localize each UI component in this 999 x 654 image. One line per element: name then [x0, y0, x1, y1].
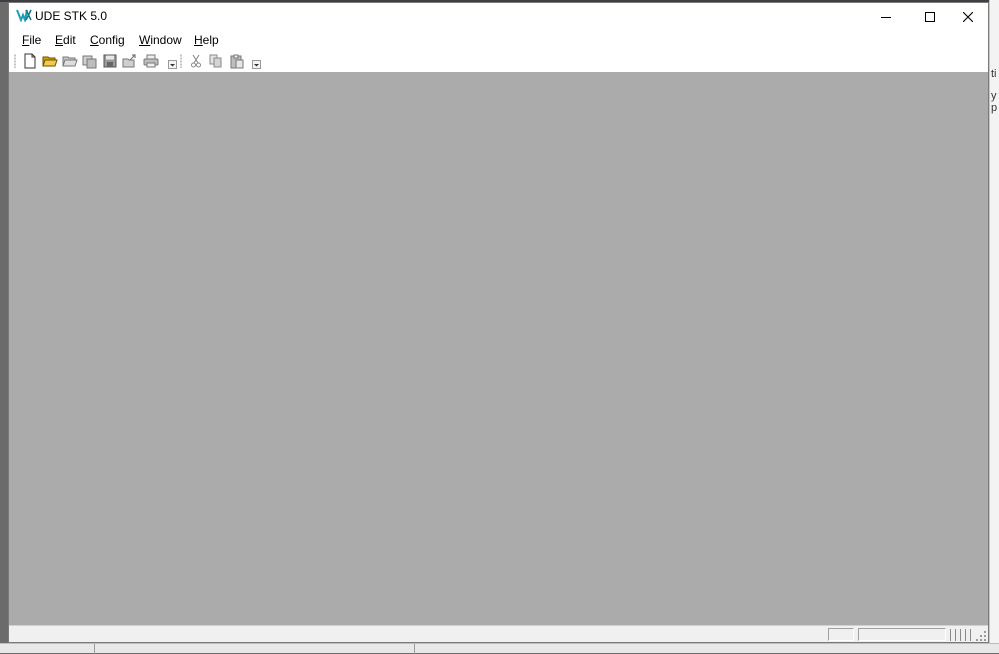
status-pane	[828, 628, 854, 641]
background-text-fragment: p	[991, 102, 998, 114]
open-workspace-button[interactable]	[61, 52, 79, 70]
background-window-bottom	[0, 643, 999, 654]
toolbar-grip[interactable]	[180, 54, 182, 68]
toolbar	[9, 50, 988, 72]
paste-icon	[230, 54, 244, 68]
menu-config[interactable]: Config	[90, 33, 125, 47]
save-workspace-icon	[82, 55, 97, 68]
new-file-button[interactable]	[21, 52, 39, 70]
save-workspace-button[interactable]	[81, 52, 99, 70]
copy-icon	[209, 54, 222, 68]
export-button[interactable]	[121, 52, 139, 70]
new-file-icon	[24, 53, 36, 69]
close-icon	[963, 11, 973, 22]
cut-icon	[191, 54, 201, 68]
background-text-fragment: ti	[991, 68, 997, 80]
menu-edit[interactable]: Edit	[55, 33, 76, 47]
title-bar[interactable]: UDE STK 5.0	[9, 3, 988, 30]
cut-button[interactable]	[187, 52, 205, 70]
copy-button[interactable]	[207, 52, 225, 70]
mdi-workspace[interactable]	[9, 72, 988, 625]
open-file-button[interactable]	[41, 52, 59, 70]
open-folder-icon	[42, 56, 58, 67]
status-indicator-bars	[950, 629, 971, 641]
toolbar-overflow-dropdown[interactable]	[168, 60, 177, 69]
toolbar-overflow-dropdown[interactable]	[252, 60, 261, 69]
save-icon	[103, 54, 117, 68]
close-button[interactable]	[946, 3, 990, 30]
window-title: UDE STK 5.0	[35, 9, 108, 23]
resize-grip-icon[interactable]	[975, 630, 986, 641]
save-button[interactable]	[101, 52, 119, 70]
open-workspace-icon	[62, 56, 78, 67]
paste-button[interactable]	[228, 52, 246, 70]
minimize-icon	[881, 16, 891, 18]
toolbar-grip[interactable]	[14, 54, 16, 68]
status-bar	[9, 625, 988, 642]
print-button[interactable]	[142, 52, 160, 70]
status-pane	[858, 628, 946, 641]
minimize-button[interactable]	[864, 3, 908, 30]
maximize-icon	[925, 11, 935, 22]
app-window: UDE STK 5.0 File Edit Config Window Help	[8, 2, 989, 643]
menu-help[interactable]: Help	[194, 33, 219, 47]
background-text-fragment: y	[991, 90, 997, 102]
print-icon	[143, 54, 159, 68]
export-icon	[122, 54, 136, 68]
menu-window[interactable]: Window	[139, 33, 182, 47]
menu-bar: File Edit Config Window Help	[9, 30, 988, 50]
app-logo-icon	[16, 9, 32, 22]
menu-file[interactable]: File	[22, 33, 41, 47]
